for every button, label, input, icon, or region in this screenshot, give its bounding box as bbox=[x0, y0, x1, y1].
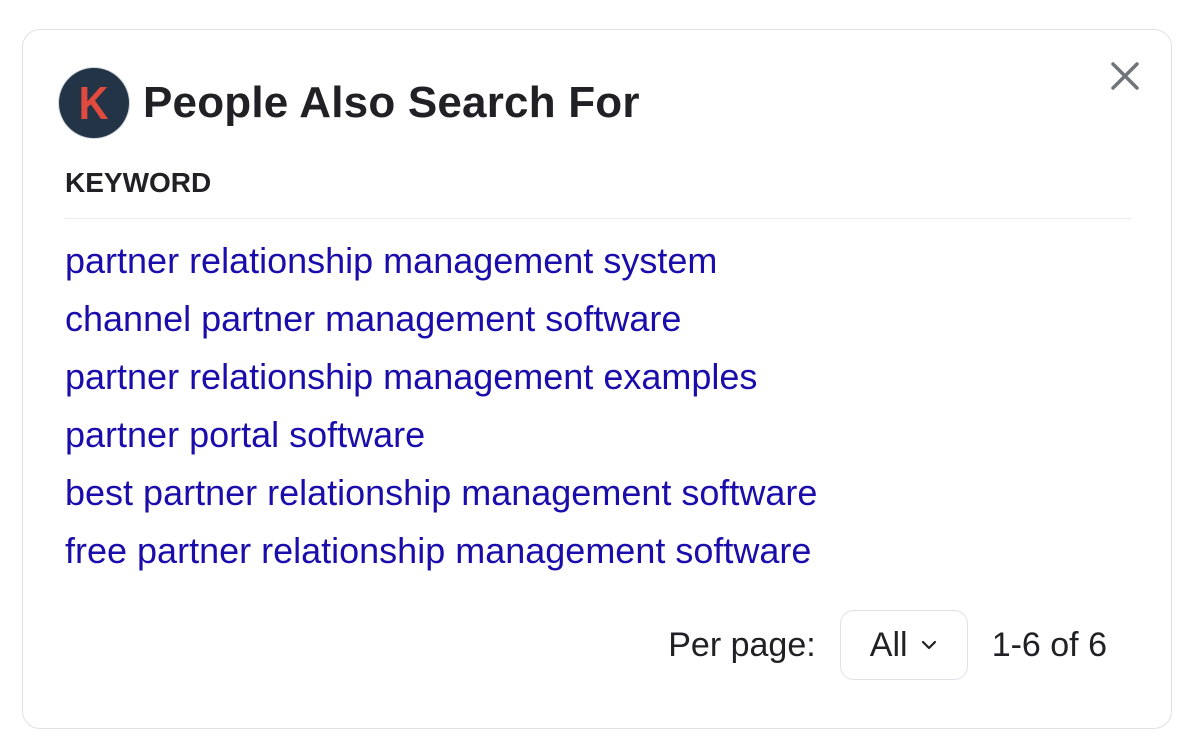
per-page-label: Per page: bbox=[668, 625, 816, 664]
list-item: partner portal software bbox=[65, 409, 817, 467]
card-header: K People Also Search For bbox=[59, 68, 640, 138]
card-title: People Also Search For bbox=[143, 78, 640, 127]
list-item: partner relationship management system bbox=[65, 235, 817, 293]
pagination-bar: Per page: All 1-6 of 6 bbox=[668, 610, 1107, 680]
close-icon bbox=[1111, 62, 1139, 90]
keyword-link[interactable]: free partner relationship management sof… bbox=[65, 530, 811, 571]
per-page-select[interactable]: All bbox=[839, 610, 968, 680]
keyword-link[interactable]: partner portal software bbox=[65, 414, 425, 455]
pagination-range: 1-6 of 6 bbox=[991, 625, 1107, 664]
close-button[interactable] bbox=[1107, 58, 1143, 94]
people-also-search-card: K People Also Search For KEYWORD partner… bbox=[22, 29, 1172, 729]
per-page-value: All bbox=[869, 625, 908, 664]
logo-letter: K bbox=[79, 77, 109, 129]
keyword-column-header: KEYWORD bbox=[65, 167, 212, 198]
chevron-down-icon bbox=[921, 640, 936, 650]
list-item: best partner relationship management sof… bbox=[65, 467, 817, 525]
keyword-list: partner relationship management system c… bbox=[65, 235, 817, 583]
keywords-logo-icon: K bbox=[59, 68, 129, 138]
keyword-link[interactable]: best partner relationship management sof… bbox=[65, 472, 817, 513]
list-item: free partner relationship management sof… bbox=[65, 525, 817, 583]
keyword-link[interactable]: channel partner management software bbox=[65, 298, 681, 339]
keyword-link[interactable]: partner relationship management system bbox=[65, 240, 717, 281]
list-item: channel partner management software bbox=[65, 293, 817, 351]
header-divider bbox=[65, 218, 1131, 219]
keyword-link[interactable]: partner relationship management examples bbox=[65, 356, 757, 397]
list-item: partner relationship management examples bbox=[65, 351, 817, 409]
